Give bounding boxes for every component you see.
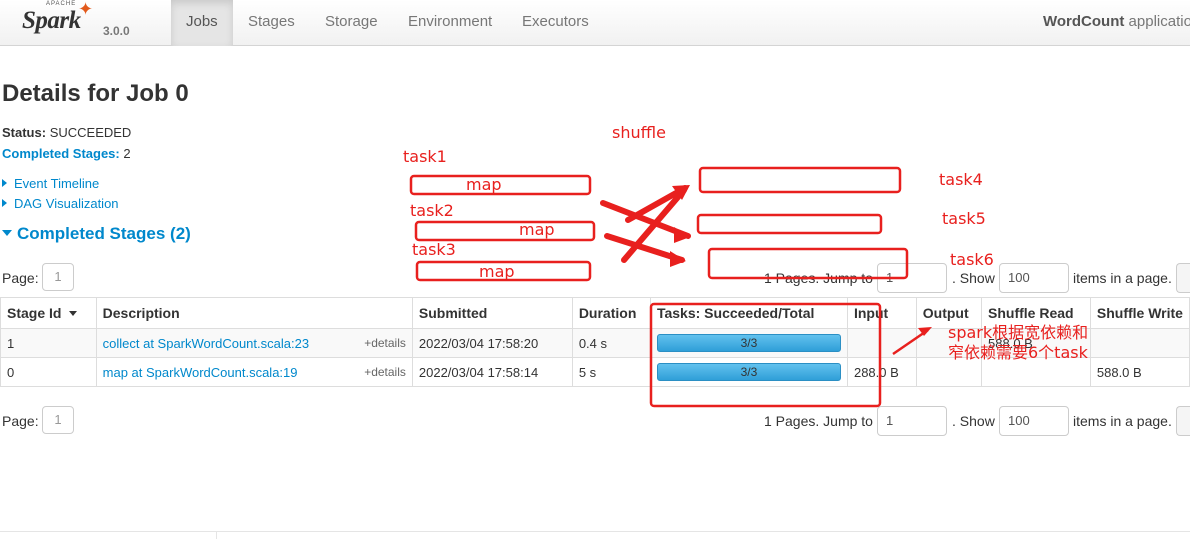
expand-arrow-icon bbox=[2, 199, 7, 207]
annotation-arrowhead bbox=[670, 251, 686, 267]
dag-visualization-toggle[interactable]: DAG Visualization bbox=[2, 196, 119, 211]
input-cell: 288.0 B bbox=[846, 357, 917, 387]
description-cell: collect at SparkWordCount.scala:23 +deta… bbox=[95, 328, 413, 358]
page-label-bottom: Page: bbox=[2, 413, 39, 429]
annotation-arrowhead bbox=[672, 185, 690, 200]
status-line: Status: SUCCEEDED bbox=[2, 125, 131, 140]
annotation-arrow-shuffle-b bbox=[604, 233, 685, 263]
show-text-top: . Show bbox=[952, 270, 995, 286]
header-stage-id-label: Stage Id bbox=[7, 305, 62, 321]
tab-jobs[interactable]: Jobs bbox=[171, 0, 233, 46]
expand-arrow-icon bbox=[2, 179, 7, 187]
tasks-cell: 3/3 bbox=[649, 328, 848, 358]
app-name: WordCount applicatio bbox=[1043, 0, 1190, 44]
spark-logo[interactable]: APACHE Spark ✦ 3.0.0 bbox=[18, 0, 138, 46]
show-text-bottom: . Show bbox=[952, 413, 995, 429]
annotation-box-task4 bbox=[698, 166, 902, 194]
tab-stages[interactable]: Stages bbox=[233, 0, 310, 46]
event-timeline-toggle[interactable]: Event Timeline bbox=[2, 176, 99, 191]
shuffle-write-cell: 588.0 B bbox=[1089, 357, 1190, 387]
dag-visualization-label: DAG Visualization bbox=[14, 196, 119, 211]
items-text-bottom: items in a page. bbox=[1073, 413, 1172, 429]
header-tasks[interactable]: Tasks: Succeeded/Total bbox=[649, 297, 848, 329]
sort-desc-icon bbox=[69, 311, 78, 316]
annotation-task3: task3 bbox=[412, 240, 456, 259]
go-button-bottom[interactable] bbox=[1176, 406, 1190, 436]
header-input[interactable]: Input bbox=[846, 297, 917, 329]
stage-description-link[interactable]: map at SparkWordCount.scala:19 bbox=[103, 365, 298, 380]
shuffle-write-cell bbox=[1089, 328, 1190, 358]
duration-cell: 5 s bbox=[571, 357, 651, 387]
details-toggle[interactable]: +details bbox=[364, 336, 406, 350]
annotation-task6: task6 bbox=[950, 250, 994, 269]
duration-cell: 0.4 s bbox=[571, 328, 651, 358]
annotation-arrow-shuffle-a bbox=[600, 200, 691, 239]
description-cell: map at SparkWordCount.scala:19 +details bbox=[95, 357, 413, 387]
tasks-progress-bar: 3/3 bbox=[656, 363, 841, 381]
pages-jump-text-bottom: 1 Pages. Jump to bbox=[764, 413, 873, 429]
status-key: Status: bbox=[2, 125, 47, 140]
app-name-bold: WordCount bbox=[1043, 13, 1125, 30]
annotation-arrow-shuffle-d bbox=[625, 185, 688, 223]
jump-to-input-bottom[interactable]: 1 bbox=[877, 406, 947, 436]
footer-divider-tick bbox=[216, 531, 217, 539]
page-number-bottom[interactable]: 1 bbox=[42, 406, 74, 434]
tasks-progress-bar: 3/3 bbox=[656, 334, 841, 352]
jump-to-input-top[interactable]: 1 bbox=[877, 263, 947, 293]
stage-id-cell: 1 bbox=[0, 328, 97, 358]
annotation-arrowhead bbox=[674, 227, 690, 243]
go-button-top[interactable] bbox=[1176, 263, 1190, 293]
annotation-note: spark根据宽依赖和 窄依赖需要6个task bbox=[948, 323, 1088, 363]
spark-star-icon: ✦ bbox=[78, 0, 94, 19]
completed-stages-title: Completed Stages (2) bbox=[17, 224, 191, 243]
page-number-top[interactable]: 1 bbox=[42, 263, 74, 291]
submitted-cell: 2022/03/04 17:58:20 bbox=[411, 328, 573, 358]
items-text-top: items in a page. bbox=[1073, 270, 1172, 286]
tab-executors[interactable]: Executors bbox=[507, 0, 604, 46]
page-title: Details for Job 0 bbox=[2, 80, 189, 107]
annotation-map1: map bbox=[466, 175, 502, 194]
header-duration[interactable]: Duration bbox=[571, 297, 651, 329]
annotation-task5: task5 bbox=[942, 209, 986, 228]
navbar: APACHE Spark ✦ 3.0.0 Jobs Stages Storage… bbox=[0, 0, 1190, 46]
annotation-box-task2 bbox=[414, 220, 596, 242]
app-name-rest: applicatio bbox=[1124, 13, 1190, 30]
header-description[interactable]: Description bbox=[95, 297, 413, 329]
header-stage-id[interactable]: Stage Id bbox=[0, 297, 97, 329]
details-toggle[interactable]: +details bbox=[364, 365, 406, 379]
annotation-note-line2: 窄依赖需要6个task bbox=[948, 343, 1088, 362]
completed-stages-link[interactable]: Completed Stages: bbox=[2, 146, 120, 161]
annotation-task4: task4 bbox=[939, 170, 983, 189]
stage-description-link[interactable]: collect at SparkWordCount.scala:23 bbox=[103, 336, 309, 351]
tab-storage[interactable]: Storage bbox=[310, 0, 393, 46]
annotation-map3: map bbox=[479, 262, 515, 281]
collapse-arrow-icon bbox=[2, 230, 12, 236]
header-shuffle-write[interactable]: Shuffle Write bbox=[1089, 297, 1190, 329]
tab-environment[interactable]: Environment bbox=[393, 0, 507, 46]
status-value: SUCCEEDED bbox=[49, 125, 132, 140]
footer-divider bbox=[0, 531, 1190, 532]
completed-stages-count: 2 bbox=[123, 146, 131, 161]
pages-jump-text-top: 1 Pages. Jump to bbox=[764, 270, 873, 286]
annotation-map2: map bbox=[519, 220, 555, 239]
completed-stages-header[interactable]: Completed Stages (2) bbox=[2, 224, 191, 244]
page-size-input-bottom[interactable]: 100 bbox=[999, 406, 1069, 436]
logo-spark-text: Spark bbox=[22, 7, 81, 34]
header-submitted[interactable]: Submitted bbox=[411, 297, 573, 329]
spark-version: 3.0.0 bbox=[103, 24, 130, 38]
submitted-cell: 2022/03/04 17:58:14 bbox=[411, 357, 573, 387]
stage-id-cell: 0 bbox=[0, 357, 97, 387]
annotation-task1: task1 bbox=[403, 147, 447, 166]
page-label-top: Page: bbox=[2, 270, 39, 286]
input-cell bbox=[846, 328, 917, 358]
event-timeline-label: Event Timeline bbox=[14, 176, 100, 191]
annotation-task2: task2 bbox=[410, 201, 454, 220]
completed-stages-line: Completed Stages: 2 bbox=[2, 146, 131, 161]
annotation-note-line1: spark根据宽依赖和 bbox=[948, 323, 1089, 342]
page-size-input-top[interactable]: 100 bbox=[999, 263, 1069, 293]
annotation-arrow-shuffle-c bbox=[621, 187, 687, 263]
annotation-box-task5 bbox=[696, 213, 883, 235]
annotation-shuffle: shuffle bbox=[612, 123, 666, 142]
tasks-cell: 3/3 bbox=[649, 357, 848, 387]
